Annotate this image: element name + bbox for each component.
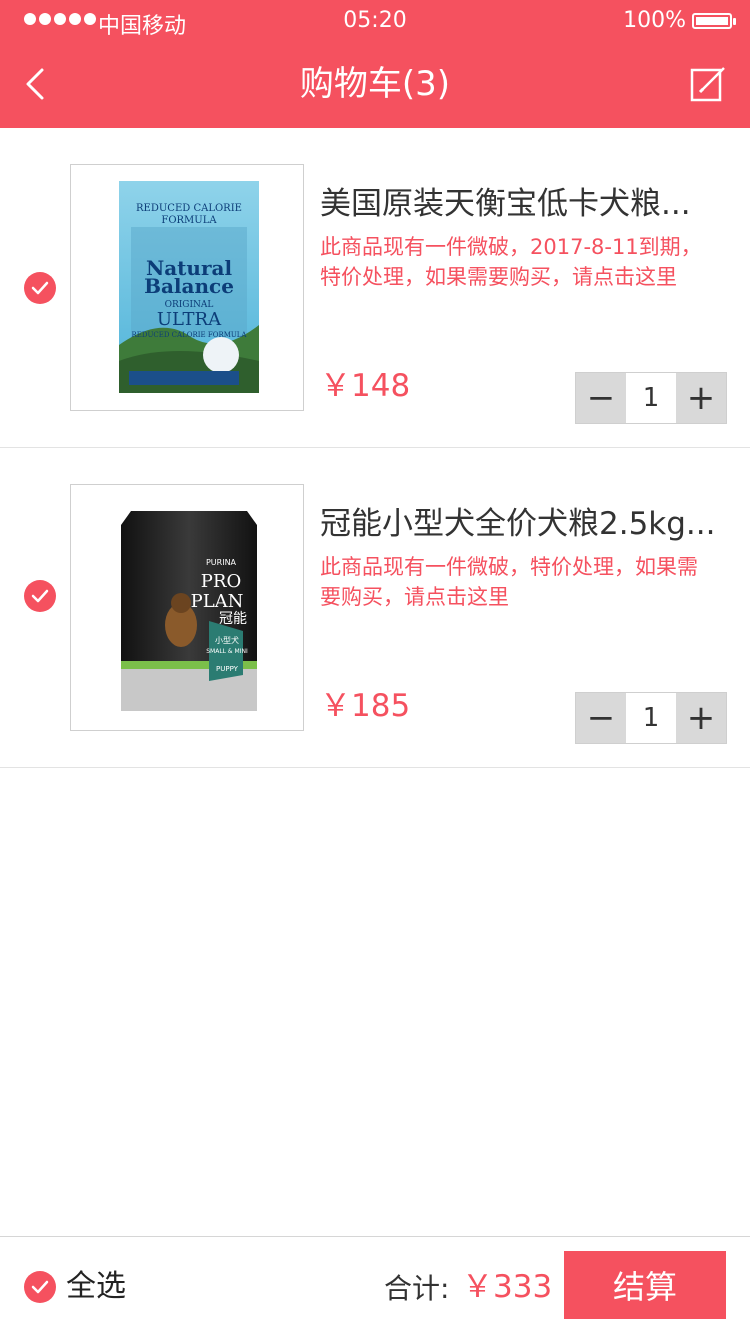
select-all-checkbox[interactable] (24, 1271, 56, 1303)
product-title[interactable]: 美国原装天衡宝低卡犬粮... (320, 184, 720, 224)
item-checkbox[interactable] (24, 580, 56, 612)
image-text: PURINA (206, 558, 237, 567)
edit-icon[interactable] (688, 62, 728, 106)
image-text: REDUCED CALORIE FORMULA (131, 331, 247, 339)
decrease-button[interactable]: − (576, 693, 626, 743)
quantity-value[interactable]: 1 (626, 373, 676, 423)
increase-button[interactable]: + (676, 693, 726, 743)
decrease-button[interactable]: − (576, 373, 626, 423)
image-text: SMALL & MINI (206, 648, 248, 655)
product-image[interactable]: PURINA PRO PLAN 冠能 小型犬 SMALL & MINI PUPP… (70, 484, 304, 731)
product-price: ￥148 (320, 368, 411, 404)
cart-item: PURINA PRO PLAN 冠能 小型犬 SMALL & MINI PUPP… (0, 448, 750, 768)
image-text: PUPPY (216, 665, 239, 673)
select-all-label[interactable]: 全选 (66, 1267, 126, 1307)
page-title: 购物车(3) (299, 64, 451, 104)
product-note[interactable]: 此商品现有一件微破，特价处理，如果需要购买，请点击这里 (320, 552, 715, 612)
total-value: ￥333 (462, 1269, 553, 1305)
header: 中国移动 05:20 100% 购物车(3) (0, 0, 750, 128)
battery-icon (692, 13, 736, 29)
quantity-stepper: − 1 + (575, 692, 727, 744)
image-text: REDUCED CALORIE (136, 203, 242, 214)
quantity-value[interactable]: 1 (626, 693, 676, 743)
product-note[interactable]: 此商品现有一件微破，2017-8-11到期，特价处理，如果需要购买，请点击这里 (320, 232, 715, 292)
product-title[interactable]: 冠能小型犬全价犬粮2.5kg... (320, 504, 720, 544)
total-label: 合计: (384, 1272, 450, 1305)
image-text: Balance (144, 274, 234, 298)
checkout-button[interactable]: 结算 (564, 1251, 726, 1319)
cart-item: REDUCED CALORIE FORMULA Natural Balance … (0, 128, 750, 448)
increase-button[interactable]: + (676, 373, 726, 423)
checkout-bar: 全选 合计: ￥333 结算 (0, 1236, 750, 1334)
cart-page: 中国移动 05:20 100% 购物车(3) REDUCED CALORIE F… (0, 0, 750, 1334)
status-bar: 中国移动 05:20 100% (0, 0, 750, 40)
quantity-stepper: − 1 + (575, 372, 727, 424)
image-text: FORMULA (161, 215, 217, 226)
image-text: 小型犬 (215, 635, 239, 645)
battery-percent: 100% (623, 8, 686, 33)
image-text: ULTRA (157, 309, 222, 330)
image-text: PRO (201, 571, 241, 592)
image-text: 冠能 (219, 611, 247, 627)
product-image[interactable]: REDUCED CALORIE FORMULA Natural Balance … (70, 164, 304, 411)
image-text: PLAN (191, 591, 244, 612)
product-price: ￥185 (320, 688, 411, 724)
item-checkbox[interactable] (24, 272, 56, 304)
